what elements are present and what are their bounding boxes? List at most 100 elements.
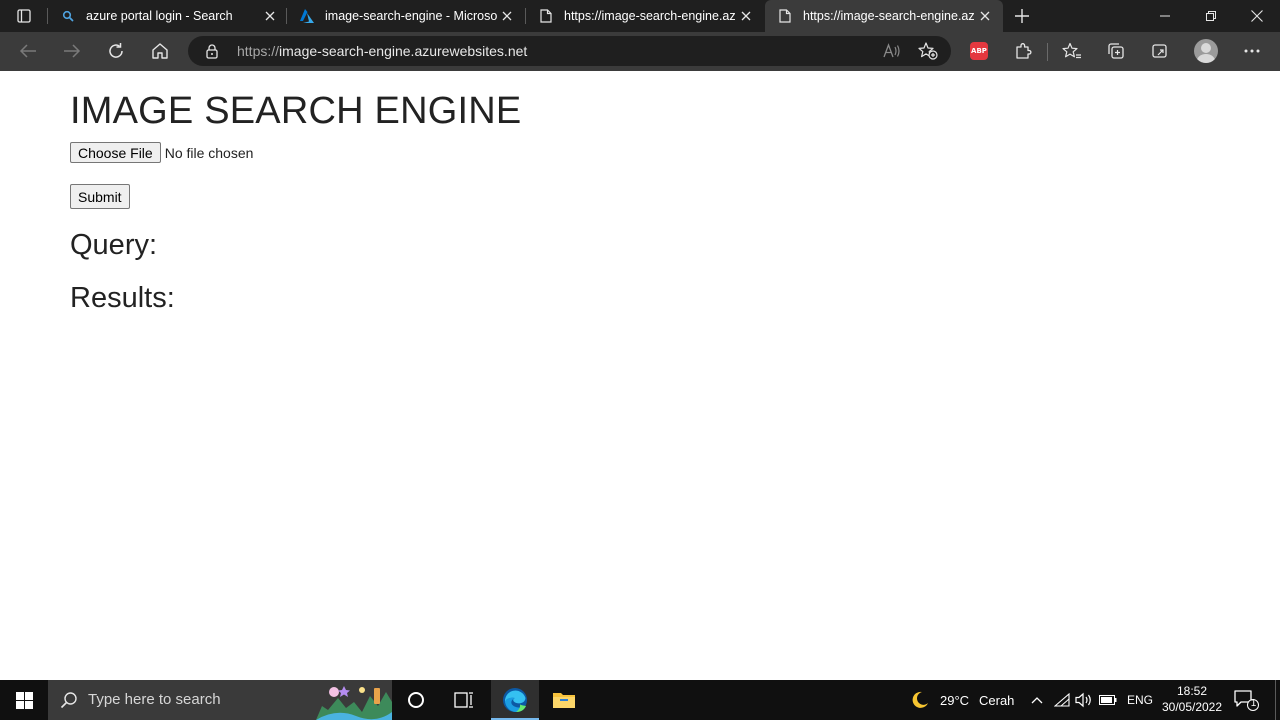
tab-label: https://image-search-engine.azurewebsite… [564, 9, 736, 23]
close-icon[interactable] [977, 8, 993, 24]
favorites-button[interactable] [1056, 36, 1088, 66]
battery-button[interactable] [1098, 690, 1118, 710]
start-button[interactable] [0, 680, 48, 720]
star-add-icon [918, 42, 938, 60]
read-aloud-button[interactable] [880, 40, 904, 62]
tab-strip: azure portal login - Search image-search… [0, 0, 1280, 32]
choose-file-button[interactable]: Choose File [70, 142, 161, 163]
new-tab-button[interactable] [1010, 4, 1034, 28]
plus-icon [1015, 9, 1029, 23]
tab-actions-button[interactable] [8, 4, 40, 28]
refresh-icon [109, 43, 123, 58]
close-icon[interactable] [262, 8, 278, 24]
clock-date: 30/05/2022 [1161, 700, 1223, 714]
page-icon [777, 8, 793, 24]
minimize-button[interactable] [1142, 0, 1188, 32]
task-view-icon [454, 692, 473, 708]
query-heading: Query: [70, 229, 158, 261]
url-scheme: https:// [237, 43, 280, 59]
avatar [1194, 39, 1218, 63]
puzzle-icon [1016, 43, 1032, 59]
settings-menu-button[interactable] [1236, 36, 1268, 66]
chevron-up-icon [1031, 697, 1043, 704]
search-icon [60, 8, 76, 24]
notification-count: 1 [1250, 698, 1257, 709]
taskbar-file-explorer-button[interactable] [540, 680, 588, 720]
browser-toolbar: https://image-search-engine.azurewebsite… [0, 32, 1280, 71]
page-icon [538, 8, 554, 24]
page-title: IMAGE SEARCH ENGINE [70, 90, 522, 132]
moon-weather-icon[interactable] [910, 690, 930, 710]
forward-button[interactable] [56, 36, 88, 66]
more-icon [1244, 49, 1260, 53]
cortana-button[interactable] [392, 680, 440, 720]
home-icon [152, 43, 168, 59]
adblock-icon: ABP [970, 42, 988, 60]
restore-button[interactable] [1188, 0, 1234, 32]
tab-azure-portal-resource[interactable]: image-search-engine - Microsoft Azure [287, 0, 525, 32]
web-capture-icon [1152, 44, 1167, 58]
weather-temperature[interactable]: 29°C [940, 693, 969, 708]
wifi-icon [1054, 693, 1070, 707]
folder-icon [553, 693, 575, 708]
home-button[interactable] [144, 36, 176, 66]
close-icon [1251, 10, 1263, 22]
web-page: IMAGE SEARCH ENGINE Choose File No file … [0, 71, 1280, 680]
browser-window: azure portal login - Search image-search… [0, 0, 1280, 720]
tab-label: azure portal login - Search [86, 9, 233, 23]
tab-image-search-engine[interactable]: https://image-search-engine.azurewebsite… [526, 0, 764, 32]
tab-image-search-engine-active[interactable]: https://image-search-engine.azurewebsite… [765, 0, 1003, 32]
restore-icon [1206, 11, 1216, 21]
submit-button[interactable]: Submit [70, 184, 130, 209]
input-language[interactable]: ENG [1127, 693, 1153, 707]
file-status-text: No file chosen [164, 144, 254, 161]
tab-actions-icon [17, 9, 31, 23]
address-bar[interactable]: https://image-search-engine.azurewebsite… [188, 36, 951, 66]
clock-time: 18:52 [1176, 684, 1208, 698]
collections-icon [1108, 43, 1124, 59]
speaker-icon [1075, 692, 1091, 708]
web-capture-button[interactable] [1144, 36, 1176, 66]
close-icon[interactable] [499, 8, 515, 24]
back-button[interactable] [12, 36, 44, 66]
arrow-left-icon [19, 44, 36, 58]
extensions-button[interactable] [1007, 36, 1039, 66]
read-aloud-icon [883, 43, 900, 58]
clock[interactable]: 18:52 30/05/2022 [1158, 683, 1226, 715]
search-highlight-illustration [316, 686, 392, 720]
show-desktop-button[interactable] [1275, 680, 1276, 720]
windows-icon [15, 691, 33, 709]
results-heading: Results: [70, 282, 175, 314]
toolbar-divider [1047, 43, 1048, 61]
profile-button[interactable] [1190, 36, 1222, 66]
azure-icon [299, 8, 315, 24]
tab-azure-portal-search[interactable]: azure portal login - Search [48, 0, 286, 32]
edge-icon [503, 688, 527, 712]
lock-icon[interactable] [204, 43, 220, 59]
taskbar-search-placeholder: Type here to search [88, 691, 221, 708]
close-window-button[interactable] [1234, 0, 1280, 32]
tab-label: image-search-engine - Microsoft Azure [325, 9, 497, 23]
collections-button[interactable] [1100, 36, 1132, 66]
close-icon[interactable] [738, 8, 754, 24]
search-icon [60, 692, 77, 709]
url-host: image-search-engine.azurewebsites.net [279, 43, 528, 59]
minimize-icon [1160, 15, 1170, 17]
taskbar: Type here to search 29°C Cerah ENG 18:52… [0, 680, 1280, 720]
taskbar-search-box[interactable]: Type here to search [48, 680, 392, 720]
adblock-extension-button[interactable]: ABP [963, 36, 995, 66]
arrow-right-icon [64, 44, 81, 58]
cortana-icon [408, 692, 424, 708]
volume-button[interactable] [1074, 690, 1094, 710]
show-hidden-icons-button[interactable] [1027, 690, 1047, 710]
network-button[interactable] [1052, 690, 1072, 710]
url-text[interactable]: https://image-search-engine.azurewebsite… [237, 43, 527, 59]
task-view-button[interactable] [440, 680, 488, 720]
action-center-button[interactable]: 1 [1232, 688, 1260, 712]
weather-condition[interactable]: Cerah [979, 693, 1014, 708]
file-input[interactable]: Choose File No file chosen [70, 142, 253, 163]
add-favorite-button[interactable] [916, 40, 940, 62]
taskbar-edge-button[interactable] [491, 680, 539, 720]
refresh-button[interactable] [100, 36, 132, 66]
battery-icon [1099, 695, 1117, 705]
